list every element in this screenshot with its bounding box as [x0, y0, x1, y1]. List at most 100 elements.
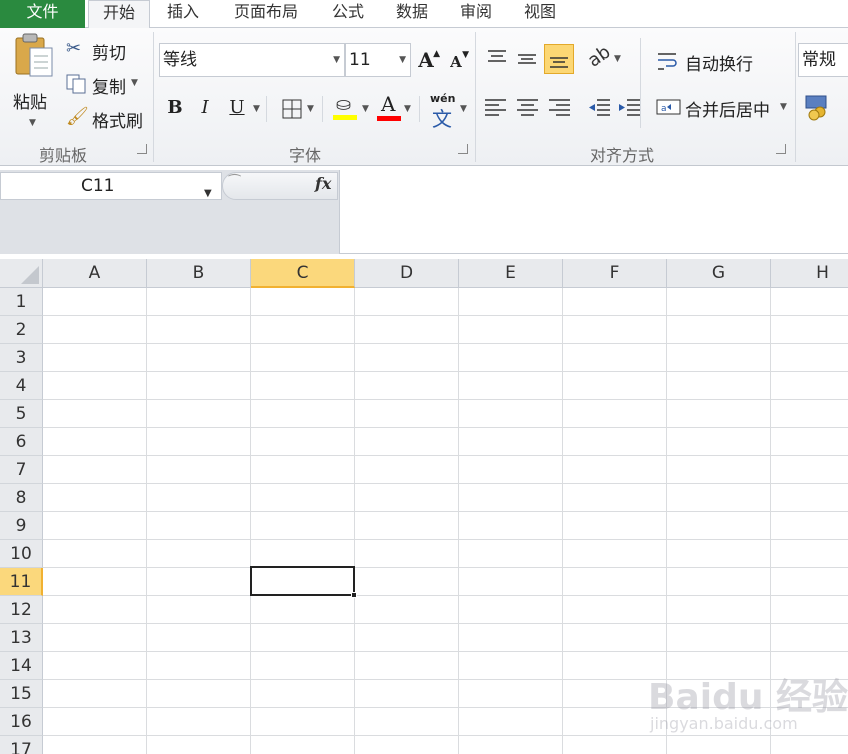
chevron-down-icon[interactable]: ▼ [204, 181, 212, 207]
number-format-value: 常规 [802, 50, 836, 70]
row-header-11[interactable]: 11 [0, 568, 43, 596]
name-box[interactable]: C11 ▼ [0, 172, 222, 200]
phonetic-button[interactable]: wén 文 [430, 92, 458, 131]
column-header-d[interactable]: D [355, 259, 459, 288]
shrink-font-icon: A [450, 53, 462, 71]
phonetic-dropdown-icon[interactable]: ▼ [460, 104, 467, 114]
tab-page-layout[interactable]: 页面布局 [222, 0, 310, 28]
baidu-watermark-url: jingyan.baidu.com [650, 714, 798, 733]
format-painter-button[interactable]: 🖌 格式刷 [66, 106, 148, 132]
cut-button[interactable]: ✂ 剪切 [66, 38, 146, 64]
column-header-e[interactable]: E [459, 259, 563, 288]
wrap-text-button[interactable]: 自动换行 [656, 48, 786, 75]
column-header-a[interactable]: A [43, 259, 147, 288]
row-header-12[interactable]: 12 [0, 596, 43, 624]
column-header-b[interactable]: B [147, 259, 251, 288]
orientation-button[interactable]: ab ▼ [584, 41, 624, 72]
tab-insert[interactable]: 插入 [157, 0, 209, 28]
chevron-down-icon: ▼ [333, 55, 340, 65]
increase-indent-icon[interactable] [618, 96, 642, 118]
row-header-17[interactable]: 17 [0, 736, 43, 754]
font-size-combo[interactable]: 11 ▼ [345, 43, 411, 77]
align-right-icon[interactable] [548, 96, 572, 118]
row-header-3[interactable]: 3 [0, 344, 43, 372]
font-color-dropdown-icon[interactable]: ▼ [404, 104, 411, 114]
column-header-f[interactable]: F [563, 259, 667, 288]
row-header-16[interactable]: 16 [0, 708, 43, 736]
underline-button[interactable]: U [225, 96, 249, 120]
column-header-h[interactable]: H [771, 259, 848, 288]
column-header-c[interactable]: C [251, 259, 355, 288]
font-launcher-icon[interactable] [458, 144, 468, 154]
row-header-9[interactable]: 9 [0, 512, 43, 540]
align-center-icon[interactable] [516, 96, 540, 118]
row-header-14[interactable]: 14 [0, 652, 43, 680]
align-bottom-button[interactable] [544, 44, 574, 74]
svg-text:a: a [661, 104, 667, 114]
tab-home[interactable]: 开始 [88, 0, 150, 29]
insert-function-area: ⁀ fx [222, 172, 338, 200]
clipboard-group-label: 剪贴板 [38, 146, 87, 165]
row-header-13[interactable]: 13 [0, 624, 43, 652]
grow-font-button[interactable]: A ▲ [414, 48, 440, 72]
copy-label: 复制 [92, 78, 126, 98]
alignment-launcher-icon[interactable] [776, 144, 786, 154]
active-cell-c11[interactable] [250, 566, 355, 596]
divider [322, 96, 323, 122]
merge-center-label: 合并后居中 [685, 101, 770, 121]
column-header-g[interactable]: G [667, 259, 771, 288]
paste-dropdown-icon[interactable]: ▼ [29, 118, 36, 128]
row-header-7[interactable]: 7 [0, 456, 43, 484]
brush-icon: 🖌 [66, 106, 89, 127]
font-color-button[interactable]: A [375, 90, 403, 122]
fill-color-dropdown-icon[interactable]: ▼ [362, 104, 369, 114]
tab-data[interactable]: 数据 [384, 0, 440, 28]
italic-button[interactable]: I [193, 96, 217, 120]
row-header-1[interactable]: 1 [0, 288, 43, 316]
fill-handle[interactable] [351, 592, 357, 598]
baidu-watermark-logo: Baidu 经验 [648, 677, 848, 718]
fx-icon[interactable]: fx [315, 174, 331, 193]
select-all-corner[interactable] [0, 259, 43, 288]
row-header-2[interactable]: 2 [0, 316, 43, 344]
orientation-dropdown-icon: ▼ [614, 54, 621, 64]
cut-label: 剪切 [92, 44, 126, 64]
borders-dropdown-icon[interactable]: ▼ [307, 104, 314, 114]
tab-review[interactable]: 审阅 [448, 0, 504, 28]
ribbon-home: 粘贴 ▼ ✂ 剪切 复制 ▼ 🖌 格式刷 剪贴板 等线 ▼ 11 ▼ A ▲ A ▼… [0, 28, 848, 166]
borders-icon[interactable] [281, 98, 303, 120]
wrap-text-label: 自动换行 [685, 55, 753, 75]
row-header-10[interactable]: 10 [0, 540, 43, 568]
tab-file[interactable]: 文件 [0, 0, 85, 28]
accounting-format-icon[interactable] [804, 94, 830, 122]
bold-button[interactable]: B [163, 96, 187, 120]
number-format-combo[interactable]: 常规 [798, 43, 848, 77]
font-name-combo[interactable]: 等线 ▼ [159, 43, 345, 77]
copy-dropdown-icon[interactable]: ▼ [131, 78, 138, 88]
clipboard-launcher-icon[interactable] [137, 144, 147, 154]
align-middle-icon[interactable] [516, 48, 538, 70]
underline-dropdown-icon[interactable]: ▼ [253, 104, 260, 114]
row-header-6[interactable]: 6 [0, 428, 43, 456]
select-all-icon [21, 266, 39, 284]
scissors-icon: ✂ [66, 38, 82, 59]
copy-button[interactable]: 复制 ▼ [66, 72, 146, 98]
tab-formulas[interactable]: 公式 [320, 0, 376, 28]
row-header-8[interactable]: 8 [0, 484, 43, 512]
copy-icon [66, 74, 86, 94]
divider [266, 96, 267, 122]
formula-input[interactable] [340, 170, 848, 254]
tab-view[interactable]: 视图 [512, 0, 568, 28]
row-header-15[interactable]: 15 [0, 680, 43, 708]
row-header-5[interactable]: 5 [0, 400, 43, 428]
merge-center-button[interactable]: a 合并后居中 ▼ [656, 94, 792, 121]
shrink-font-button[interactable]: A ▼ [444, 50, 469, 74]
row-header-4[interactable]: 4 [0, 372, 43, 400]
align-top-icon[interactable] [486, 48, 508, 70]
paste-button[interactable]: 粘贴 ▼ [8, 32, 60, 132]
decrease-indent-icon[interactable] [588, 96, 612, 118]
font-color-icon: A [381, 92, 396, 116]
collapse-handle-icon[interactable]: ⁀ [229, 175, 240, 191]
align-left-icon[interactable] [484, 96, 508, 118]
fill-color-button[interactable]: ⛀ [333, 94, 361, 122]
